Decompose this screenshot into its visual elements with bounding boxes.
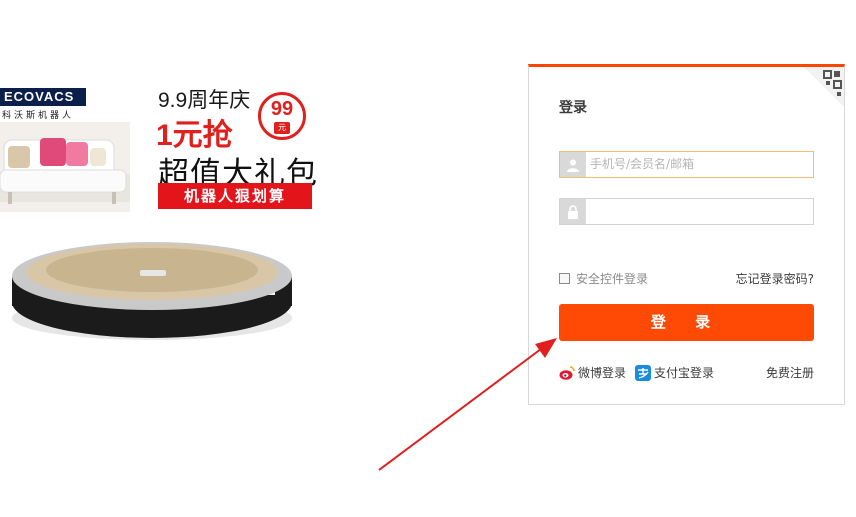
- alipay-icon: [635, 364, 651, 381]
- safe-control-label: 安全控件登录: [576, 272, 649, 286]
- weibo-login-label: 微博登录: [578, 366, 627, 380]
- qr-code-icon[interactable]: [804, 67, 844, 107]
- promo-banner[interactable]: ECOVACS 科沃斯机器人 9.9周年庆 1元抢 99 元 超值大礼包 机器人…: [0, 70, 330, 350]
- badge-number: 99: [270, 98, 294, 120]
- safe-control-option[interactable]: 安全控件登录: [559, 270, 648, 287]
- weibo-login-link[interactable]: 微博登录: [559, 364, 626, 381]
- login-button[interactable]: 登 录: [559, 304, 814, 341]
- safe-control-checkbox[interactable]: [559, 273, 570, 284]
- password-input[interactable]: [590, 201, 805, 221]
- red-arrow-annotation: [378, 338, 557, 471]
- login-panel: 登录 安全控件登录 忘记登录密码? 登 录 微博登录: [528, 64, 845, 405]
- forgot-password-link[interactable]: 忘记登录密码?: [736, 270, 814, 287]
- subline-bar: 机器人狠划算: [158, 183, 312, 209]
- username-input[interactable]: [590, 154, 805, 174]
- alipay-login-link[interactable]: 支付宝登录: [635, 364, 714, 381]
- password-field[interactable]: [559, 198, 814, 225]
- brand-subtitle: 科沃斯机器人: [2, 111, 75, 121]
- brand-logo: ECOVACS: [0, 88, 86, 106]
- login-title: 登录: [559, 100, 587, 116]
- badge-unit: 元: [274, 122, 290, 134]
- sofa-image: [0, 122, 130, 212]
- username-field[interactable]: [559, 151, 814, 178]
- alipay-login-label: 支付宝登录: [654, 366, 715, 380]
- register-link[interactable]: 免费注册: [766, 364, 814, 381]
- robot-vacuum-image: [12, 242, 292, 340]
- price-badge: 99 元: [258, 92, 306, 140]
- user-icon: [560, 152, 586, 177]
- lock-icon: [560, 199, 586, 224]
